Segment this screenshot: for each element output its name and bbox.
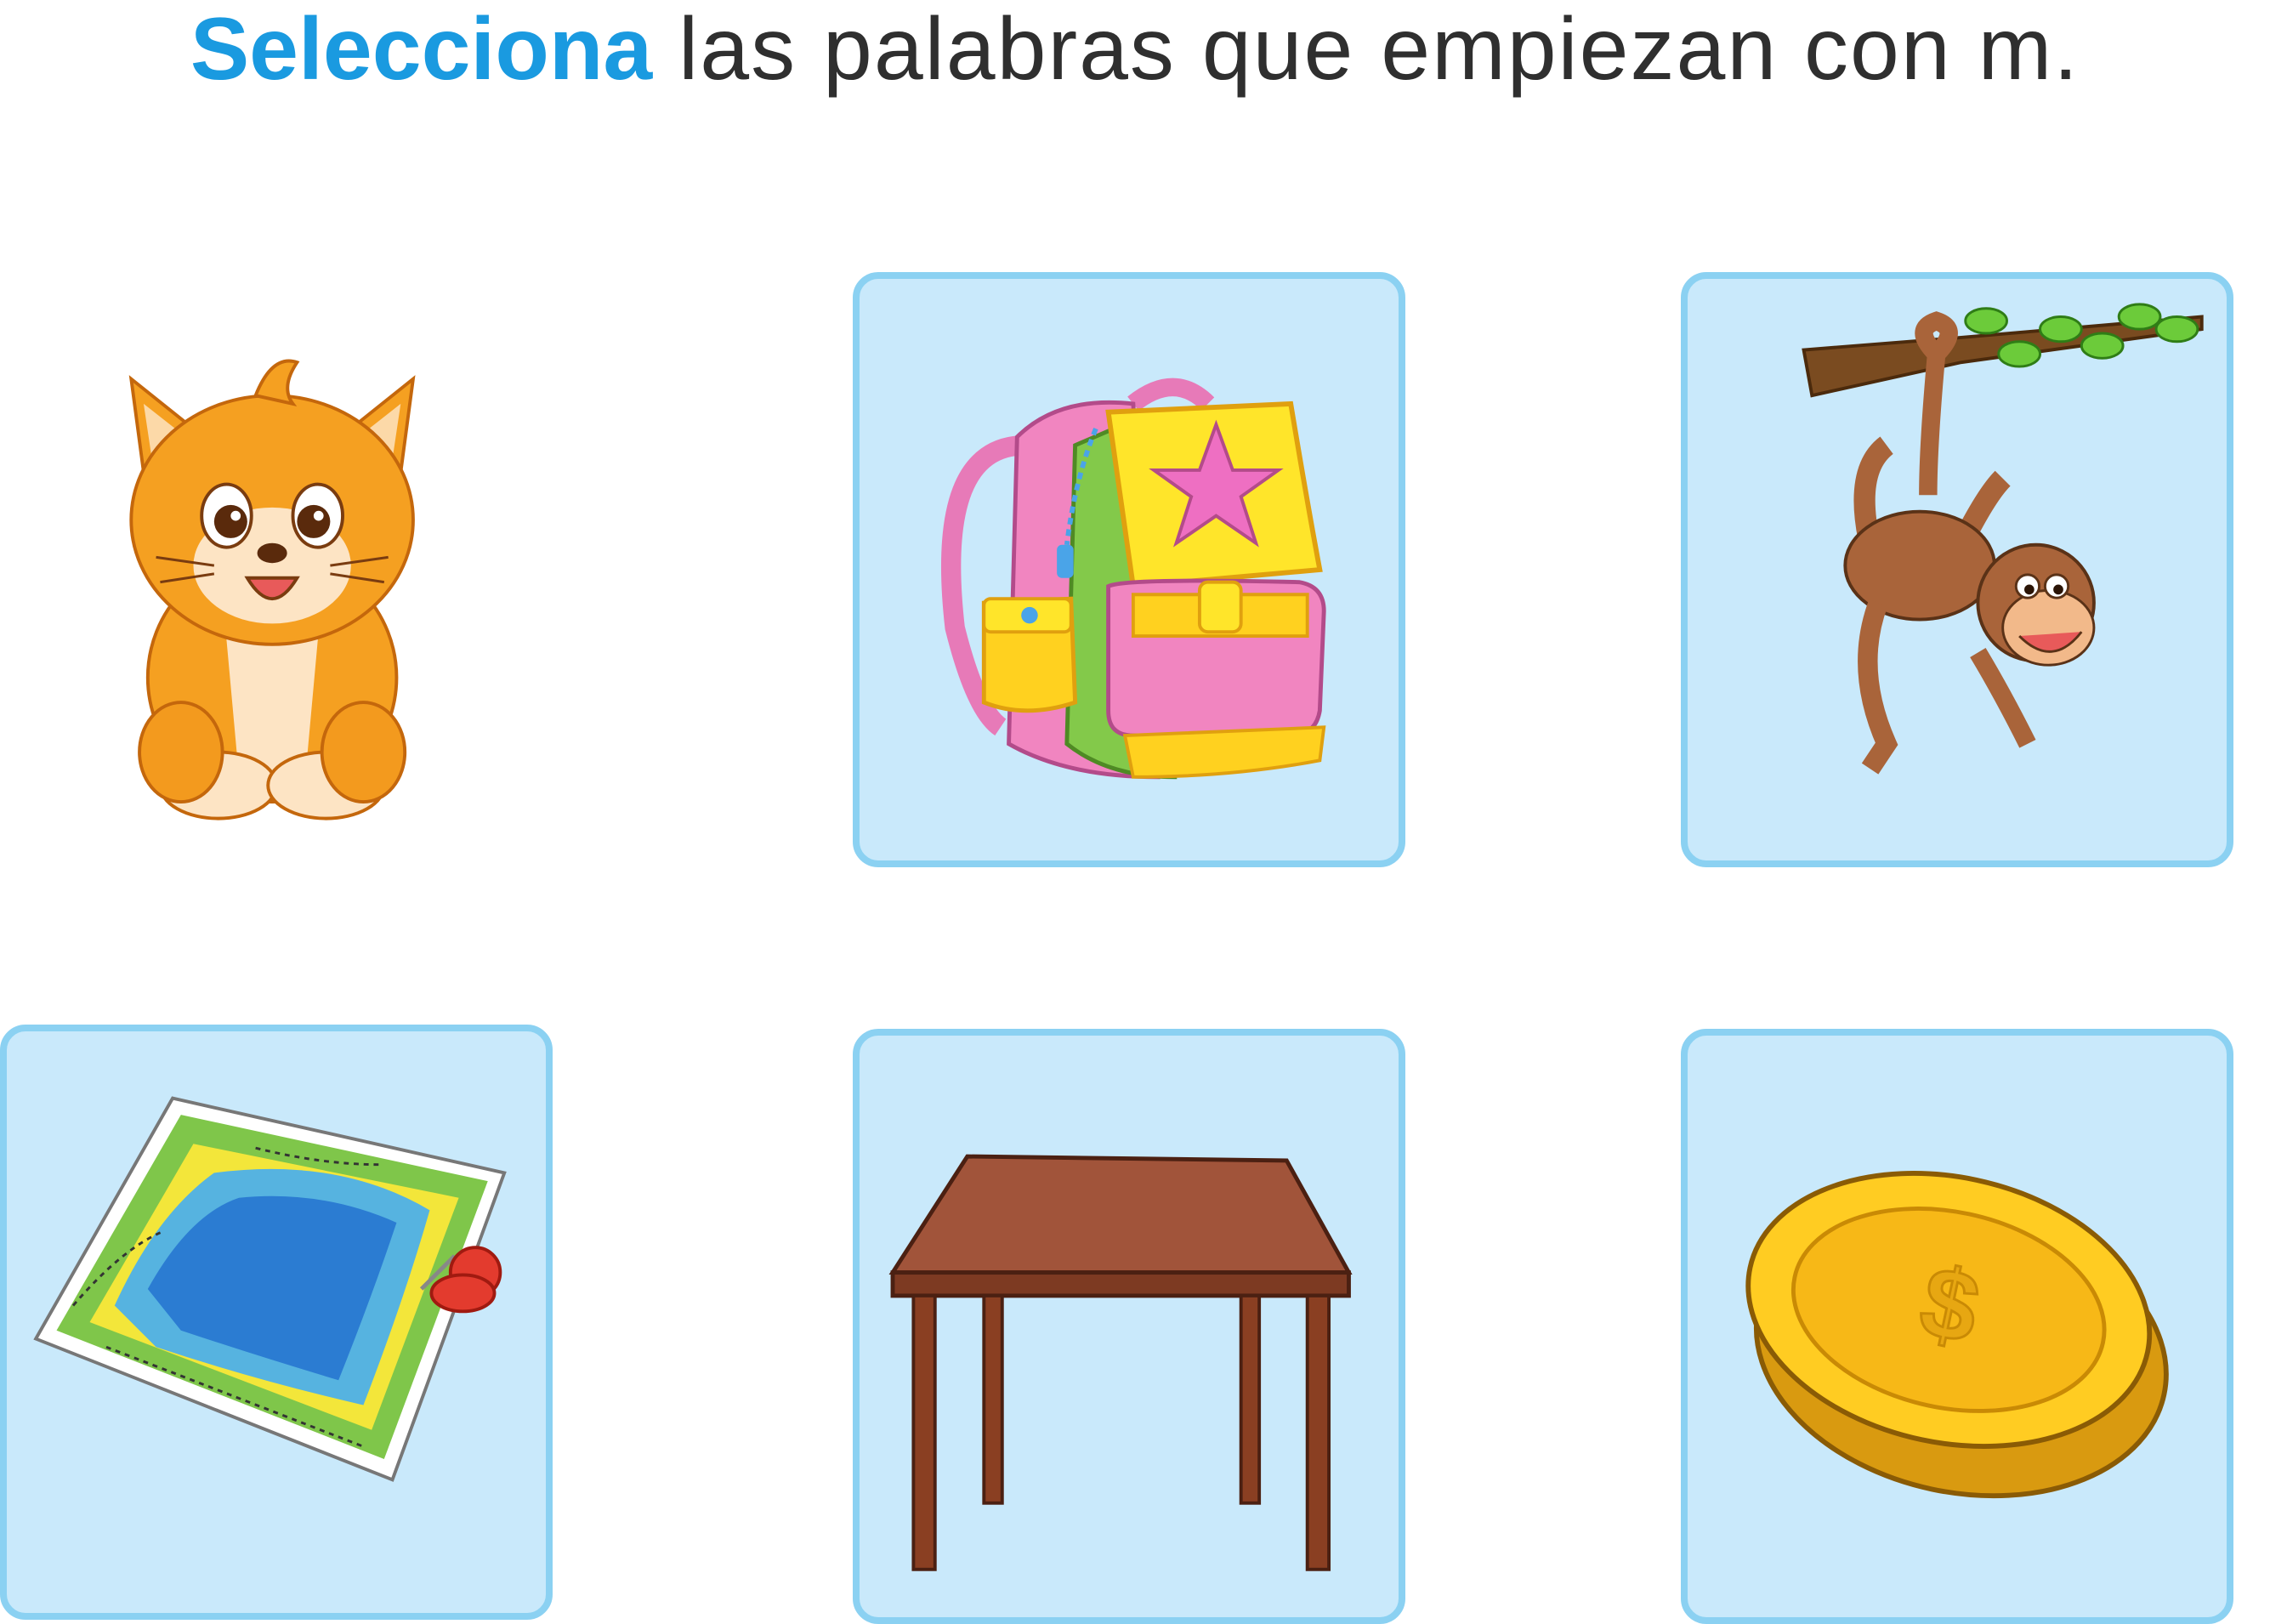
instruction-text: las palabras que empiezan con m. [678,0,2080,99]
option-card-table[interactable] [853,1029,1405,1624]
instruction-highlight: Selecciona [190,0,653,99]
monkey-icon [1802,303,2204,775]
instruction-title: Selecciona las palabras que empiezan con… [0,0,2270,94]
coin-icon: $ [1745,1171,2169,1499]
option-card-coin[interactable]: $ [1681,1029,2233,1624]
option-card-map[interactable] [0,1025,553,1620]
backpack-icon [940,378,1326,780]
table-icon [888,1154,1353,1571]
option-card-monkey[interactable] [1681,272,2233,867]
cat-icon [128,359,416,821]
map-icon [33,1096,507,1482]
option-card-backpack[interactable] [853,272,1405,867]
option-card-cat[interactable] [0,272,553,867]
